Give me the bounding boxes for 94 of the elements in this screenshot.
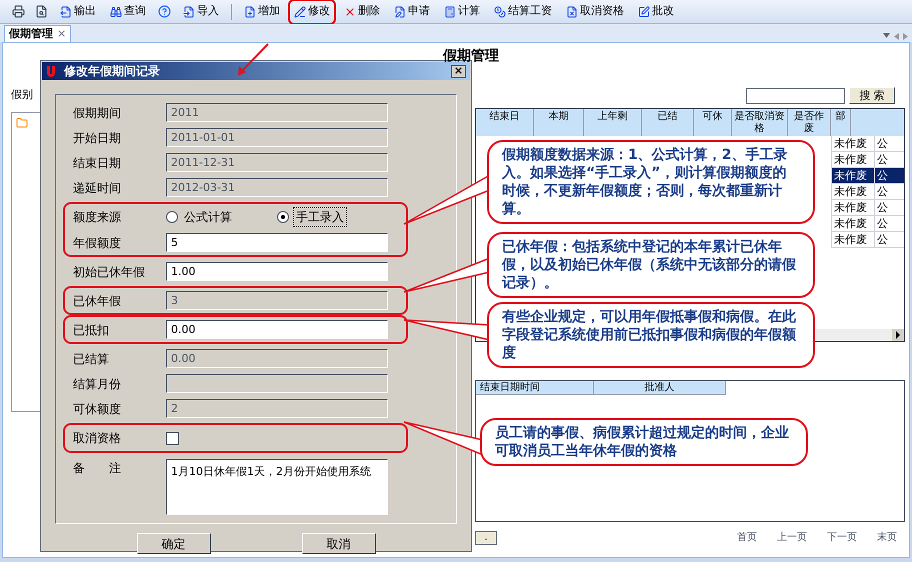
column-header[interactable]: 是否作废	[788, 109, 831, 136]
toolbar-button[interactable]: 查询	[104, 2, 152, 22]
binoculars-icon	[110, 6, 122, 18]
pencil-icon	[294, 6, 306, 18]
toolbar-button[interactable]: 结算工资	[488, 2, 558, 22]
dialog-button[interactable]: 确定	[136, 533, 210, 554]
field-label: 已休年假	[73, 292, 122, 310]
search-field[interactable]	[746, 88, 845, 104]
pager-link[interactable]: 末页	[877, 530, 897, 545]
printer-icon	[12, 5, 25, 18]
toolbar-button[interactable]: 导入	[177, 2, 225, 22]
column-header[interactable]: 本期	[534, 109, 584, 136]
field-label: 取消资格	[73, 430, 122, 447]
help-icon	[158, 5, 171, 18]
document-search-icon	[35, 5, 48, 18]
field-label: 已结算	[73, 350, 110, 368]
table-cell: 未作废	[831, 152, 874, 167]
table-row[interactable]: 未作废 公	[831, 168, 904, 184]
document-arrow-icon	[60, 6, 72, 18]
calculator-icon	[444, 6, 456, 18]
table-cell: 未作废	[831, 200, 874, 215]
pager-link[interactable]: 首页	[737, 530, 757, 545]
table-cell: 公	[874, 152, 894, 167]
field-label: 开始日期	[73, 130, 122, 146]
textarea-field[interactable]: 1月10日休年假1天，2月份开始使用系统	[166, 459, 388, 515]
field-label: 结算月份	[73, 376, 122, 392]
document-x-icon	[566, 6, 578, 18]
field-label: 递延时间	[73, 180, 122, 196]
dropdown-arrow-icon[interactable]	[883, 33, 890, 38]
table-row[interactable]: 未作废 公	[831, 184, 904, 200]
checkbox[interactable]	[166, 432, 179, 444]
toolbar-button[interactable]: 申请	[388, 2, 436, 22]
column-header[interactable]: 已结	[642, 109, 694, 136]
column-header[interactable]: 可休	[694, 109, 732, 136]
table-cell: 未作废	[831, 136, 874, 151]
pager-link[interactable]: 下一页	[827, 530, 857, 545]
toolbar-button[interactable]: 删除	[338, 2, 386, 22]
table-row[interactable]: 未作废 公	[831, 152, 904, 168]
field-label: 假期期间	[73, 104, 122, 122]
column-header[interactable]: 结束日	[476, 109, 534, 136]
folder-icon	[16, 116, 28, 128]
coins-icon	[494, 6, 506, 18]
table-cell: 未作废	[831, 232, 874, 247]
column-header[interactable]: 批准人	[594, 381, 726, 394]
text-field[interactable]: 5	[166, 233, 388, 252]
tab[interactable]: 假期管理 ×	[4, 25, 72, 42]
goto-button[interactable]: .	[475, 530, 497, 544]
dialog-title: 修改年假期间记录	[64, 63, 160, 80]
table-cell: 公	[874, 232, 894, 247]
search-button[interactable]: 搜 索	[849, 87, 895, 104]
table-cell: 公	[874, 184, 894, 199]
table-cell: 公	[874, 216, 894, 231]
radio-option[interactable]: 手工录入	[277, 207, 388, 227]
field-label: 额度来源	[73, 209, 122, 226]
sidebar-label: 假别	[11, 87, 34, 103]
field-label: 初始已休年假	[73, 264, 146, 280]
field-label: 年假额度	[73, 234, 122, 252]
text-field[interactable]: 0.00	[166, 320, 388, 339]
table-row[interactable]: 未作废 公	[831, 216, 904, 232]
field-label: 已抵扣	[73, 322, 110, 338]
document-pen-icon	[394, 6, 406, 18]
callout-tooltip: 有些企业规定，可以用年假抵事假和病假。在此字段登记系统使用前已抵扣事假和病假的年假额度	[487, 302, 815, 368]
tab-close-button[interactable]: ×	[57, 26, 66, 42]
field-label: 备 注	[73, 460, 122, 477]
page-title: 假期管理	[443, 47, 499, 66]
table-cell: 未作废	[831, 184, 874, 199]
column-header[interactable]: 结束日期时间	[476, 381, 594, 394]
text-field[interactable]: 1.00	[166, 262, 388, 281]
table-cell: 公	[874, 168, 894, 183]
column-header[interactable]: 上年剩	[584, 109, 642, 136]
field-label: 可休额度	[73, 400, 122, 418]
table-cell: 未作废	[831, 216, 874, 231]
radio-option[interactable]: 公式计算	[166, 207, 277, 227]
cross-icon	[344, 6, 356, 18]
table-cell: 公	[874, 200, 894, 215]
field-label: 结束日期	[73, 154, 122, 172]
toolbar-button[interactable]: 输出	[54, 2, 102, 22]
pen-square-icon	[638, 6, 650, 18]
table-row[interactable]: 未作废 公	[831, 232, 904, 248]
table-cell: 未作废	[831, 168, 874, 183]
toolbar-button[interactable]: 计算	[438, 2, 486, 22]
document-import-icon	[183, 6, 195, 18]
toolbar-button[interactable]: 批改	[632, 2, 680, 22]
toolbar-button[interactable]: 取消资格	[560, 2, 630, 22]
toolbar-button[interactable]: 增加	[238, 2, 286, 22]
table-row[interactable]: 未作废 公	[831, 200, 904, 216]
dialog-button[interactable]: 取消	[302, 533, 376, 554]
pager-link[interactable]: 上一页	[777, 530, 807, 545]
arrow	[238, 43, 269, 76]
column-header[interactable]: 是否取消资格	[732, 109, 788, 136]
close-button[interactable]: ×	[451, 64, 466, 78]
table-cell: 公	[874, 136, 894, 151]
document-plus-icon	[244, 6, 256, 18]
table-row[interactable]: 未作废 公	[831, 136, 904, 152]
